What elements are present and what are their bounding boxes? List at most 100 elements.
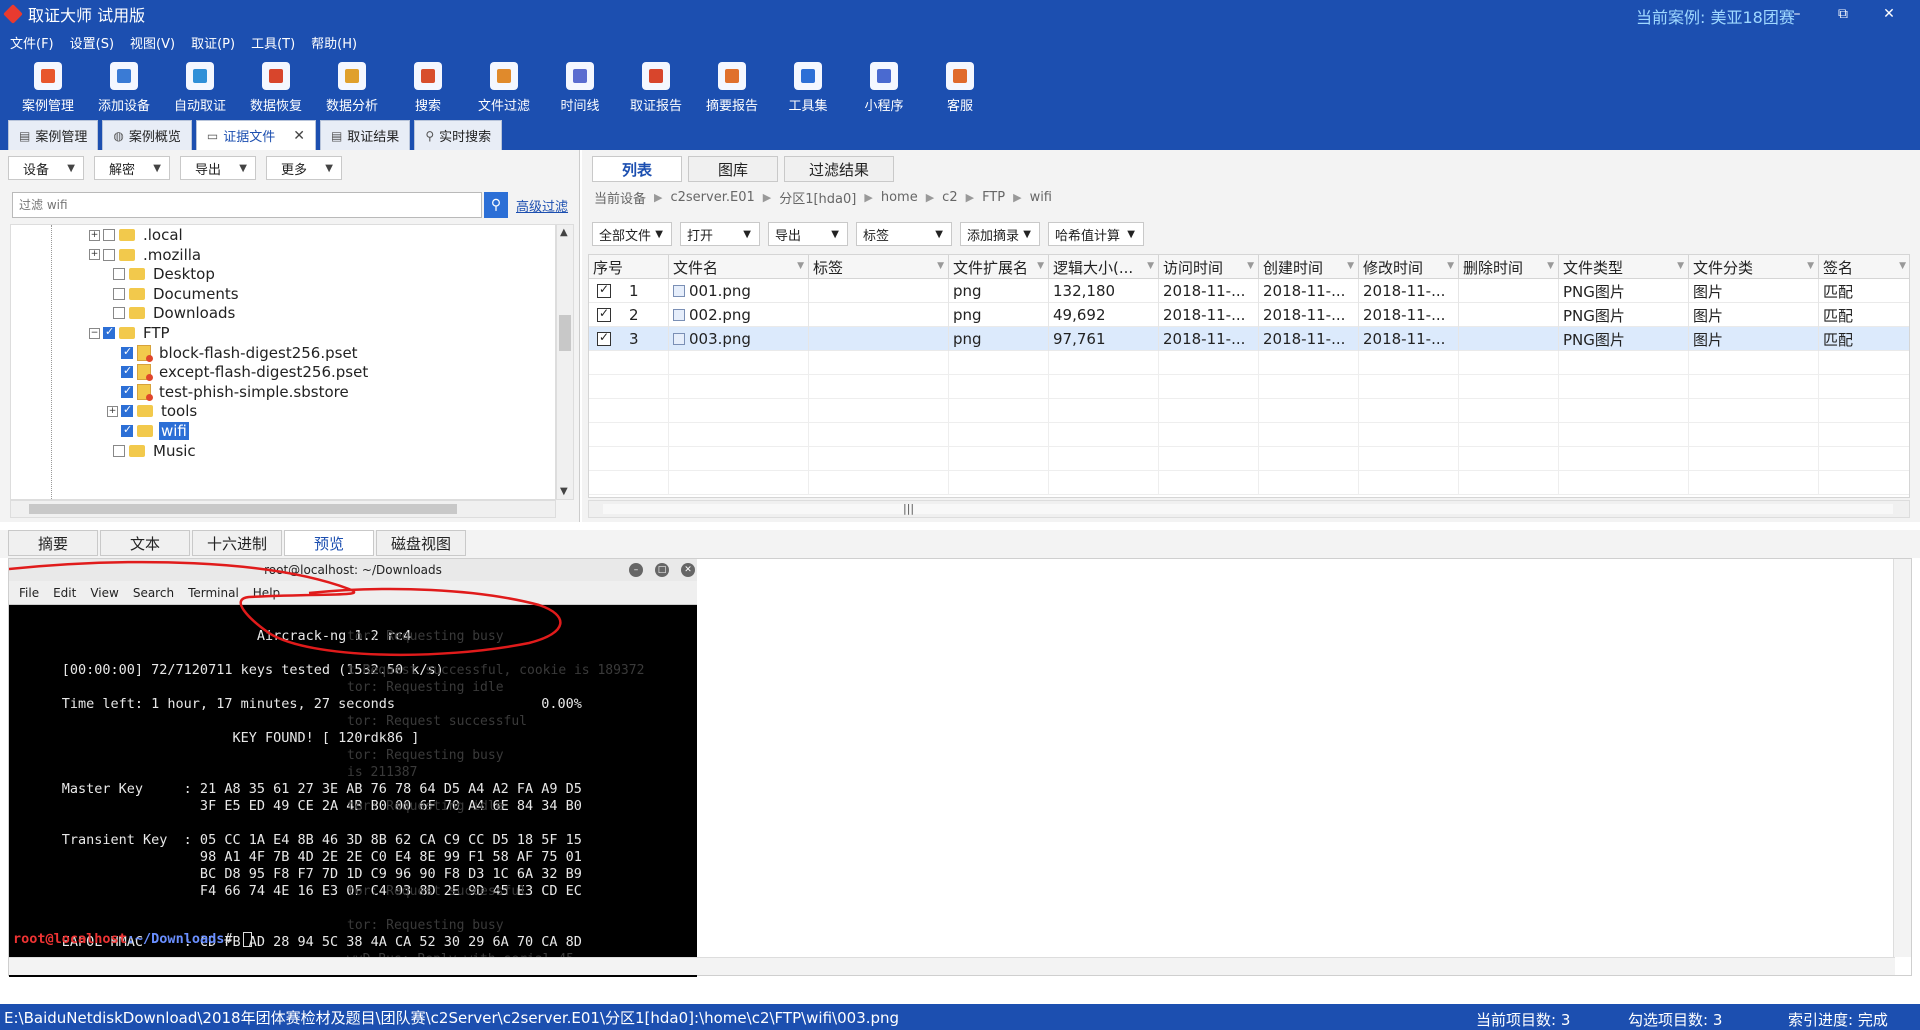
list-action-dropdown[interactable]: 添加摘录 ▼ — [960, 222, 1040, 246]
tab-case-overview[interactable]: ◍ 案例概览 — [102, 120, 192, 150]
scroll-up-icon[interactable]: ▲ — [560, 227, 568, 238]
tab-text[interactable]: 文本 — [100, 530, 190, 556]
tree-checkbox[interactable] — [121, 364, 133, 379]
expand-icon[interactable]: + — [107, 405, 118, 417]
column-filter-icon[interactable]: ▼ — [937, 261, 944, 271]
row-checkbox[interactable] — [597, 330, 611, 346]
tree-checkbox[interactable] — [121, 345, 133, 359]
scroll-thumb[interactable] — [559, 315, 571, 351]
menu-forensics[interactable]: 取证(P) — [191, 33, 235, 52]
column-header[interactable]: 签名 ▼ — [1819, 255, 1909, 279]
data-recovery-button[interactable]: 数据恢复 — [238, 56, 314, 114]
scroll-thumb[interactable] — [603, 504, 1893, 514]
row-checkbox[interactable] — [597, 306, 611, 322]
tree-checkbox[interactable] — [113, 307, 125, 320]
list-action-dropdown[interactable]: 哈希值计算 ▼ — [1048, 222, 1144, 246]
column-filter-icon[interactable]: ▼ — [1447, 261, 1454, 271]
tree-checkbox[interactable] — [103, 248, 115, 261]
tab-disk-view[interactable]: 磁盘视图 — [376, 530, 466, 556]
column-filter-icon[interactable]: ▼ — [1547, 261, 1554, 271]
data-analysis-button[interactable]: 数据分析 — [314, 56, 390, 114]
column-filter-icon[interactable]: ▼ — [1347, 261, 1354, 271]
tree-checkbox[interactable] — [103, 229, 115, 241]
column-filter-icon[interactable]: ▼ — [1037, 261, 1044, 271]
toolset-button[interactable]: 工具集 — [770, 56, 846, 114]
menu-settings[interactable]: 设置(S) — [70, 33, 114, 52]
tab-forensic-results[interactable]: ▤ 取证结果 — [319, 120, 411, 150]
timeline-button[interactable]: 时间线 — [542, 56, 618, 114]
menu-file[interactable]: 文件(F) — [10, 33, 54, 52]
column-header[interactable]: 文件分类 ▼ — [1689, 255, 1819, 279]
column-filter-icon[interactable]: ▼ — [1147, 261, 1154, 271]
breadcrumb-item[interactable]: FTP — [982, 190, 1005, 205]
customer-service-button[interactable]: 客服 — [922, 56, 998, 114]
tab-case-management[interactable]: ▤ 案例管理 — [8, 120, 99, 150]
breadcrumb-item[interactable]: c2server.E01 — [670, 190, 754, 205]
preview-horizontal-scrollbar[interactable] — [9, 957, 1895, 975]
case-management-button[interactable]: 案例管理 — [10, 56, 86, 114]
column-filter-icon[interactable]: ▼ — [1899, 261, 1906, 271]
breadcrumb-item[interactable]: c2 — [942, 190, 957, 205]
tree-horizontal-scrollbar[interactable] — [10, 500, 556, 518]
scroll-thumb[interactable] — [29, 504, 457, 514]
device-dropdown[interactable]: 设备 ▼ — [8, 156, 84, 180]
tree-checkbox[interactable] — [103, 325, 115, 339]
export-dropdown[interactable]: 导出 ▼ — [180, 156, 256, 180]
tree-checkbox[interactable] — [113, 444, 125, 457]
minimize-button[interactable]: – — [1774, 0, 1820, 28]
list-action-dropdown[interactable]: 全部文件 ▼ — [592, 222, 672, 246]
tree-checkbox[interactable] — [121, 384, 133, 398]
summary-report-button[interactable]: 摘要报告 — [694, 56, 770, 114]
tree-vertical-scrollbar[interactable]: ▲ ▼ — [556, 224, 574, 500]
advanced-filter-link[interactable]: 高级过滤 — [516, 196, 568, 215]
table-row[interactable]: 2002.pngpng49,6922018-11-...2018-11-...2… — [589, 303, 1909, 327]
column-header[interactable]: 访问时间 ▼ — [1159, 255, 1259, 279]
column-header[interactable]: 文件扩展名 ▼ — [949, 255, 1049, 279]
breadcrumb-item[interactable]: 当前设备 — [594, 188, 646, 207]
more-dropdown[interactable]: 更多 ▼ — [266, 156, 342, 180]
list-action-dropdown[interactable]: 导出 ▼ — [768, 222, 848, 246]
tree-checkbox[interactable] — [121, 423, 133, 437]
tree-checkbox[interactable] — [113, 268, 125, 281]
tab-preview[interactable]: 预览 — [284, 530, 374, 556]
menu-view[interactable]: 视图(V) — [130, 33, 175, 52]
column-filter-icon[interactable]: ▼ — [1677, 261, 1684, 271]
decrypt-dropdown[interactable]: 解密 ▼ — [94, 156, 170, 180]
column-header[interactable]: 修改时间 ▼ — [1359, 255, 1459, 279]
mini-program-button[interactable]: 小程序 — [846, 56, 922, 114]
restore-button[interactable]: ⧉ — [1820, 0, 1866, 28]
tree-node[interactable]: Music — [99, 439, 198, 463]
column-header[interactable]: 逻辑大小(... ▼ — [1049, 255, 1159, 279]
breadcrumb-item[interactable]: home — [881, 190, 918, 205]
tab-evidence-files[interactable]: ▭ 证据文件 ✕ — [195, 120, 316, 150]
row-checkbox[interactable] — [597, 282, 611, 298]
file-filter-button[interactable]: 文件过滤 — [466, 56, 542, 114]
preview-vertical-scrollbar[interactable] — [1893, 559, 1911, 957]
column-filter-icon[interactable]: ▼ — [1247, 261, 1254, 271]
menu-help[interactable]: 帮助(H) — [311, 33, 357, 52]
close-tab-icon[interactable]: ✕ — [293, 128, 305, 144]
menu-tools[interactable]: 工具(T) — [251, 33, 295, 52]
table-horizontal-scrollbar[interactable]: ||| — [588, 500, 1910, 518]
tab-list[interactable]: 列表 — [592, 156, 682, 182]
add-device-button[interactable]: 添加设备 — [86, 56, 162, 114]
list-action-dropdown[interactable]: 标签 ▼ — [856, 222, 952, 246]
column-header[interactable]: 创建时间 ▼ — [1259, 255, 1359, 279]
breadcrumb-item[interactable]: 分区1[hda0] — [779, 188, 856, 207]
list-action-dropdown[interactable]: 打开 ▼ — [680, 222, 760, 246]
table-row[interactable]: 3003.pngpng97,7612018-11-...2018-11-...2… — [589, 327, 1909, 351]
tree-filter-input[interactable] — [12, 192, 482, 218]
forensic-report-button[interactable]: 取证报告 — [618, 56, 694, 114]
tab-hex[interactable]: 十六进制 — [192, 530, 282, 556]
column-header[interactable]: 文件类型 ▼ — [1559, 255, 1689, 279]
column-filter-icon[interactable]: ▼ — [797, 261, 804, 271]
expand-icon[interactable]: + — [89, 249, 100, 261]
expand-icon[interactable]: + — [89, 229, 100, 241]
column-filter-icon[interactable]: ▼ — [1807, 261, 1814, 271]
filter-search-button[interactable]: ⚲ — [484, 192, 508, 218]
tree-checkbox[interactable] — [121, 403, 133, 418]
column-header[interactable]: 标签 ▼ — [809, 255, 949, 279]
tree-checkbox[interactable] — [113, 287, 125, 300]
column-header[interactable]: 删除时间 ▼ — [1459, 255, 1559, 279]
scroll-down-icon[interactable]: ▼ — [560, 486, 568, 497]
